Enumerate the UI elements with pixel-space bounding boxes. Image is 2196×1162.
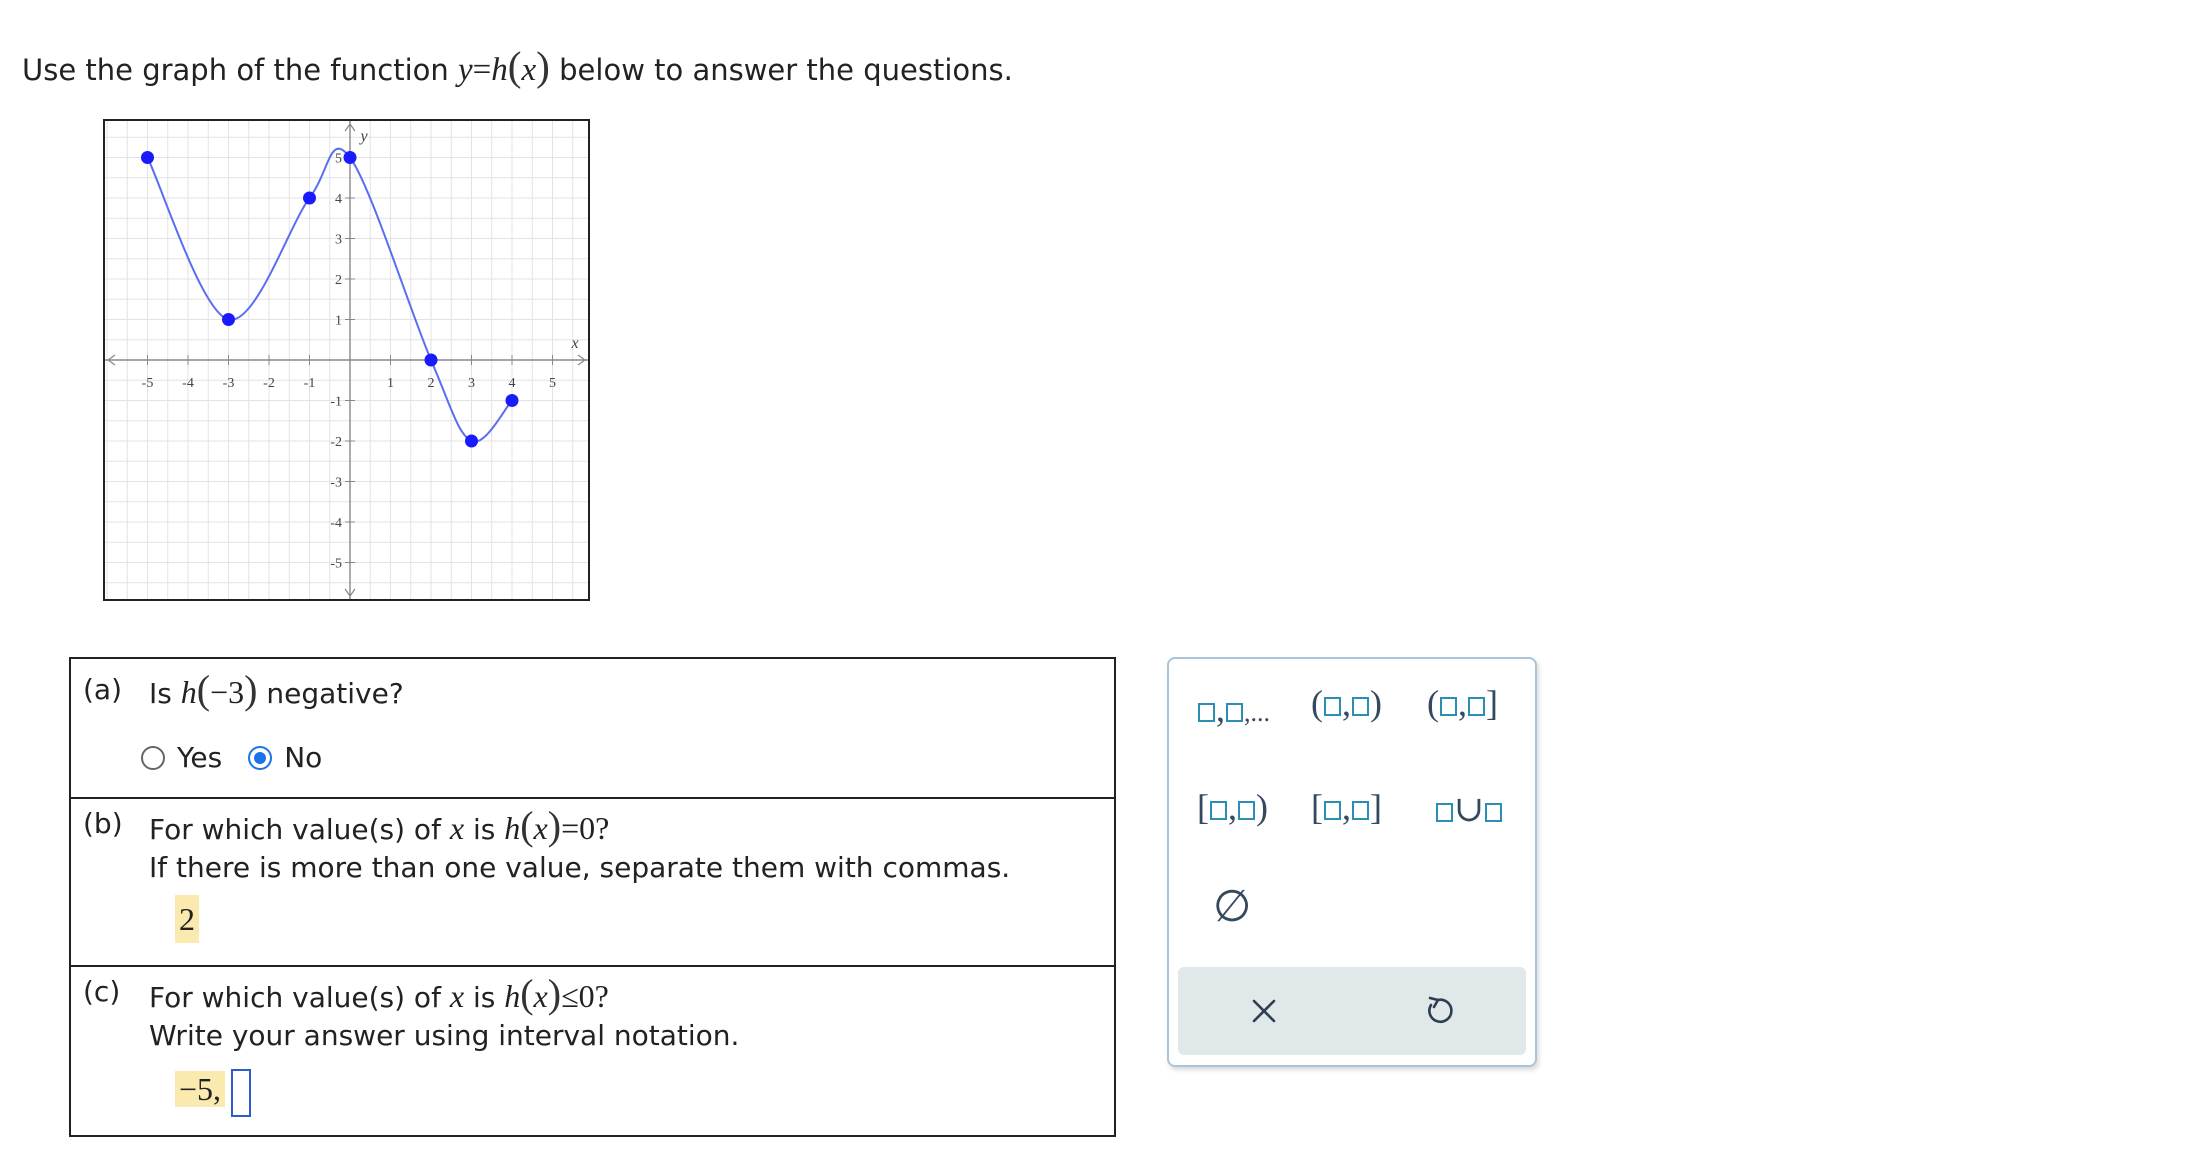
x-tick-label: 3 xyxy=(468,376,475,391)
radio-no-label: No xyxy=(284,741,323,774)
x-tick-label: -1 xyxy=(304,376,316,391)
x-tick-label: 1 xyxy=(387,376,394,391)
key-point xyxy=(343,151,357,164)
x-tick-label: -2 xyxy=(263,376,275,391)
radio-yes[interactable]: Yes xyxy=(141,741,222,774)
half-open-right-closed-button[interactable]: (,] xyxy=(1427,683,1498,723)
x-tick-label: 2 xyxy=(428,376,435,391)
question-b-text: For which value(s) of x is h(x)=0? If th… xyxy=(149,806,1011,887)
radio-yes-label: Yes xyxy=(177,741,223,774)
open-interval-button[interactable]: (,) xyxy=(1311,683,1382,723)
x-tick-label: 5 xyxy=(549,376,556,391)
x-tick-label: -5 xyxy=(142,376,154,391)
x-tick-label: -3 xyxy=(223,376,235,391)
undo-button[interactable] xyxy=(1412,985,1464,1037)
answer-c-cursor-box[interactable] xyxy=(231,1068,252,1117)
questions-table: (a) Is h(−3) negative? Yes No (b) For wh… xyxy=(69,657,1116,1137)
answer-c-field[interactable]: −5, xyxy=(175,1065,252,1117)
half-open-left-closed-button[interactable]: [,) xyxy=(1197,787,1268,827)
answer-b-field[interactable]: 2 xyxy=(175,895,199,943)
key-point xyxy=(141,151,154,164)
radio-no[interactable]: No xyxy=(248,741,322,774)
y-tick-label: -4 xyxy=(330,516,342,531)
y-tick-label: 4 xyxy=(335,192,342,207)
palette-footer xyxy=(1178,967,1526,1055)
question-c-instruction: Write your answer using interval notatio… xyxy=(149,1019,740,1052)
key-point xyxy=(303,191,316,205)
key-point xyxy=(222,313,235,326)
question-c-text: For which value(s) of x is h(x)≤0? Write… xyxy=(149,974,740,1055)
y-tick-label: 2 xyxy=(335,273,342,288)
close-icon xyxy=(1252,999,1276,1023)
answer-b-value: 2 xyxy=(179,901,195,937)
closed-interval-button[interactable]: [,] xyxy=(1311,787,1382,827)
question-a-text: Is h(−3) negative? xyxy=(149,667,404,712)
x-tick-label: 4 xyxy=(509,376,516,391)
y-tick-label: -1 xyxy=(330,395,342,410)
answer-c-value: −5, xyxy=(175,1071,226,1107)
y-axis-label: y xyxy=(358,128,368,145)
instruction-text: Use the graph of the function y=h(x) bel… xyxy=(22,42,1013,90)
clear-button[interactable] xyxy=(1238,985,1290,1037)
empty-set-button[interactable]: ∅ xyxy=(1213,885,1251,929)
question-a-label: (a) xyxy=(83,673,123,706)
y-tick-label: -3 xyxy=(330,476,342,491)
question-b-row: (b) For which value(s) of x is h(x)=0? I… xyxy=(71,799,1114,967)
instruction-after: below to answer the questions. xyxy=(559,53,1013,87)
key-point xyxy=(424,353,438,367)
question-a-row: (a) Is h(−3) negative? Yes No xyxy=(71,659,1114,799)
x-tick-label: -4 xyxy=(182,376,194,391)
question-b-instruction: If there is more than one value, separat… xyxy=(149,851,1011,884)
math-palette: ,,... (,) (,] [,) [,] ∪ ∅ xyxy=(1167,657,1537,1067)
question-c-row: (c) For which value(s) of x is h(x)≤0? W… xyxy=(71,967,1114,1135)
function-expression: y=h(x) xyxy=(457,43,550,89)
y-tick-label: 3 xyxy=(335,233,342,248)
radio-no-circle[interactable] xyxy=(248,745,273,770)
y-tick-label: -2 xyxy=(330,435,342,450)
function-graph: -5 -4 -3 -2 -1 1 2 3 4 5 5 4 3 2 1 -1 -2 -3 -4 -5 x y xyxy=(103,119,590,601)
y-tick-label: -5 xyxy=(330,557,342,572)
x-axis-label: x xyxy=(570,335,578,352)
list-button[interactable]: ,,... xyxy=(1197,689,1270,733)
union-button[interactable]: ∪ xyxy=(1435,789,1503,829)
yes-no-radio-group: Yes No xyxy=(141,741,348,774)
undo-icon xyxy=(1428,996,1453,1023)
key-point xyxy=(465,434,478,448)
key-point xyxy=(505,394,519,407)
question-b-label: (b) xyxy=(83,807,123,840)
radio-yes-circle[interactable] xyxy=(141,745,165,770)
y-tick-label: 5 xyxy=(335,152,342,167)
y-tick-label: 1 xyxy=(335,314,342,329)
graph-canvas: -5 -4 -3 -2 -1 1 2 3 4 5 5 4 3 2 1 -1 -2 -3 -4 -5 x y xyxy=(105,121,588,599)
question-c-label: (c) xyxy=(83,975,121,1008)
instruction-before: Use the graph of the function xyxy=(22,53,449,87)
